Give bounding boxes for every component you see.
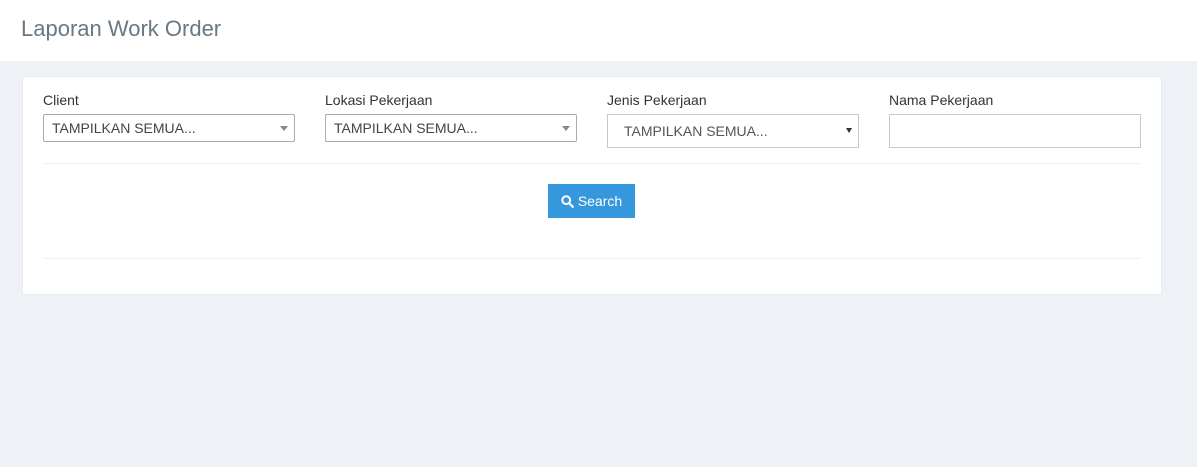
client-select-value: TAMPILKAN SEMUA... — [52, 120, 196, 136]
lokasi-field: Lokasi Pekerjaan TAMPILKAN SEMUA... — [325, 91, 577, 142]
filter-panel: Client TAMPILKAN SEMUA... Lokasi Pekerja… — [22, 76, 1162, 295]
search-button[interactable]: Search — [548, 184, 635, 218]
dropdown-arrow-icon — [280, 126, 288, 131]
nama-field: Nama Pekerjaan — [889, 91, 1141, 148]
divider-bottom — [43, 258, 1141, 259]
lokasi-label: Lokasi Pekerjaan — [325, 92, 433, 108]
client-label: Client — [43, 92, 79, 108]
lokasi-select[interactable]: TAMPILKAN SEMUA... — [325, 114, 577, 142]
client-field: Client TAMPILKAN SEMUA... — [43, 91, 295, 142]
dropdown-arrow-icon — [562, 126, 570, 131]
lokasi-select-value: TAMPILKAN SEMUA... — [334, 120, 478, 136]
jenis-field: Jenis Pekerjaan TAMPILKAN SEMUA... — [607, 91, 859, 148]
nama-label: Nama Pekerjaan — [889, 92, 994, 108]
client-select[interactable]: TAMPILKAN SEMUA... — [43, 114, 295, 142]
jenis-label: Jenis Pekerjaan — [607, 92, 707, 108]
jenis-select-value: TAMPILKAN SEMUA... — [624, 123, 768, 139]
divider-top — [43, 163, 1141, 164]
search-icon — [561, 194, 574, 208]
dropdown-arrow-icon — [846, 128, 852, 133]
search-button-label: Search — [577, 193, 623, 209]
jenis-select[interactable]: TAMPILKAN SEMUA... — [607, 114, 859, 148]
nama-pekerjaan-input[interactable] — [889, 114, 1141, 148]
page-header: Laporan Work Order — [0, 0, 1198, 61]
page-title: Laporan Work Order — [21, 16, 222, 41]
